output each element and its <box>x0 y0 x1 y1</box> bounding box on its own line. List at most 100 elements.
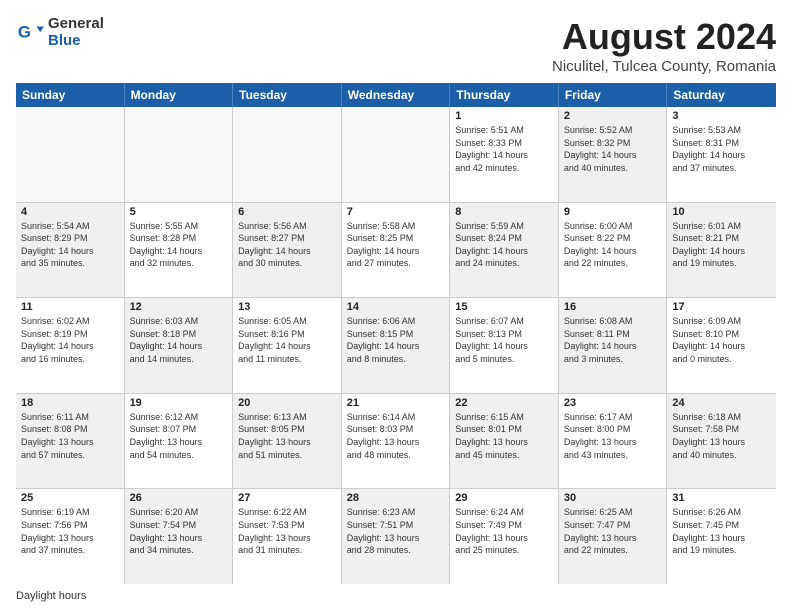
day-number: 21 <box>347 397 445 409</box>
day-number: 9 <box>564 206 662 218</box>
calendar-cell <box>342 107 451 202</box>
header: G General Blue August 2024 Niculitel, Tu… <box>16 16 776 75</box>
calendar-cell: 1Sunrise: 5:51 AM Sunset: 8:33 PM Daylig… <box>450 107 559 202</box>
logo-general: General <box>48 16 104 33</box>
day-number: 7 <box>347 206 445 218</box>
day-header-saturday: Saturday <box>667 83 776 107</box>
day-number: 22 <box>455 397 553 409</box>
day-number: 20 <box>238 397 336 409</box>
day-header-tuesday: Tuesday <box>233 83 342 107</box>
day-info: Sunrise: 6:00 AM Sunset: 8:22 PM Dayligh… <box>564 220 662 270</box>
day-number: 14 <box>347 301 445 313</box>
day-header-sunday: Sunday <box>16 83 125 107</box>
day-info: Sunrise: 6:05 AM Sunset: 8:16 PM Dayligh… <box>238 315 336 365</box>
day-info: Sunrise: 5:59 AM Sunset: 8:24 PM Dayligh… <box>455 220 553 270</box>
calendar-week-4: 18 Sunrise: 6:11 AM Sunset: 8:08 PM Dayli… <box>16 394 776 490</box>
calendar-week-1: 1Sunrise: 5:51 AM Sunset: 8:33 PM Daylig… <box>16 107 776 203</box>
day-info: Sunrise: 6:11 AM Sunset: 8:08 PM Dayligh… <box>21 411 119 461</box>
day-number: 31 <box>672 492 771 504</box>
day-info: Sunrise: 6:03 AM Sunset: 8:18 PM Dayligh… <box>130 315 228 365</box>
calendar-cell <box>16 107 125 202</box>
day-number: 8 <box>455 206 553 218</box>
day-info: Sunrise: 6:17 AM Sunset: 8:00 PM Dayligh… <box>564 411 662 461</box>
day-info: Sunrise: 6:07 AM Sunset: 8:13 PM Dayligh… <box>455 315 553 365</box>
day-number: 26 <box>130 492 228 504</box>
day-info: Sunrise: 5:55 AM Sunset: 8:28 PM Dayligh… <box>130 220 228 270</box>
day-number: 17 <box>672 301 771 313</box>
calendar-cell: 10 Sunrise: 6:01 AM Sunset: 8:21 PM Dayli… <box>667 203 776 298</box>
calendar-cell: 21Sunrise: 6:14 AM Sunset: 8:03 PM Dayli… <box>342 394 451 489</box>
calendar-cell: 22 Sunrise: 6:15 AM Sunset: 8:01 PM Dayli… <box>450 394 559 489</box>
day-number: 19 <box>130 397 228 409</box>
calendar-cell <box>125 107 234 202</box>
calendar-week-3: 11 Sunrise: 6:02 AM Sunset: 8:19 PM Dayli… <box>16 298 776 394</box>
main-title: August 2024 <box>552 16 776 58</box>
logo: G General Blue <box>16 16 104 49</box>
day-number: 25 <box>21 492 119 504</box>
calendar-week-5: 25 Sunrise: 6:19 AM Sunset: 7:56 PM Dayli… <box>16 489 776 584</box>
calendar-cell: 8 Sunrise: 5:59 AM Sunset: 8:24 PM Daylig… <box>450 203 559 298</box>
calendar-cell: 25 Sunrise: 6:19 AM Sunset: 7:56 PM Dayli… <box>16 489 125 584</box>
title-block: August 2024 Niculitel, Tulcea County, Ro… <box>552 16 776 75</box>
calendar-cell: 28 Sunrise: 6:23 AM Sunset: 7:51 PM Dayli… <box>342 489 451 584</box>
calendar: SundayMondayTuesdayWednesdayThursdayFrid… <box>16 83 776 584</box>
calendar-cell: 26 Sunrise: 6:20 AM Sunset: 7:54 PM Dayli… <box>125 489 234 584</box>
day-info: Sunrise: 6:08 AM Sunset: 8:11 PM Dayligh… <box>564 315 662 365</box>
logo-icon: G <box>16 19 44 47</box>
day-number: 4 <box>21 206 119 218</box>
day-info: Sunrise: 6:06 AM Sunset: 8:15 PM Dayligh… <box>347 315 445 365</box>
day-number: 12 <box>130 301 228 313</box>
calendar-cell: 13Sunrise: 6:05 AM Sunset: 8:16 PM Dayli… <box>233 298 342 393</box>
day-number: 3 <box>672 110 771 122</box>
day-number: 5 <box>130 206 228 218</box>
day-info: Sunrise: 6:13 AM Sunset: 8:05 PM Dayligh… <box>238 411 336 461</box>
day-info: Sunrise: 6:19 AM Sunset: 7:56 PM Dayligh… <box>21 506 119 556</box>
calendar-cell: 27Sunrise: 6:22 AM Sunset: 7:53 PM Dayli… <box>233 489 342 584</box>
day-number: 15 <box>455 301 553 313</box>
day-header-friday: Friday <box>559 83 668 107</box>
day-info: Sunrise: 5:53 AM Sunset: 8:31 PM Dayligh… <box>672 124 771 174</box>
day-number: 24 <box>672 397 771 409</box>
calendar-cell: 24 Sunrise: 6:18 AM Sunset: 7:58 PM Dayli… <box>667 394 776 489</box>
day-header-wednesday: Wednesday <box>342 83 451 107</box>
day-number: 30 <box>564 492 662 504</box>
calendar-cell: 12 Sunrise: 6:03 AM Sunset: 8:18 PM Dayli… <box>125 298 234 393</box>
day-info: Sunrise: 6:09 AM Sunset: 8:10 PM Dayligh… <box>672 315 771 365</box>
page: G General Blue August 2024 Niculitel, Tu… <box>0 0 792 612</box>
day-info: Sunrise: 6:25 AM Sunset: 7:47 PM Dayligh… <box>564 506 662 556</box>
calendar-header: SundayMondayTuesdayWednesdayThursdayFrid… <box>16 83 776 107</box>
calendar-cell: 30 Sunrise: 6:25 AM Sunset: 7:47 PM Dayli… <box>559 489 668 584</box>
day-info: Sunrise: 5:52 AM Sunset: 8:32 PM Dayligh… <box>564 124 662 174</box>
day-info: Sunrise: 6:02 AM Sunset: 8:19 PM Dayligh… <box>21 315 119 365</box>
day-info: Sunrise: 6:26 AM Sunset: 7:45 PM Dayligh… <box>672 506 771 556</box>
calendar-cell: 20 Sunrise: 6:13 AM Sunset: 8:05 PM Dayli… <box>233 394 342 489</box>
day-header-thursday: Thursday <box>450 83 559 107</box>
day-info: Sunrise: 5:54 AM Sunset: 8:29 PM Dayligh… <box>21 220 119 270</box>
day-info: Sunrise: 5:56 AM Sunset: 8:27 PM Dayligh… <box>238 220 336 270</box>
day-info: Sunrise: 6:20 AM Sunset: 7:54 PM Dayligh… <box>130 506 228 556</box>
day-number: 1 <box>455 110 553 122</box>
calendar-cell: 14 Sunrise: 6:06 AM Sunset: 8:15 PM Dayli… <box>342 298 451 393</box>
day-number: 28 <box>347 492 445 504</box>
day-info: Sunrise: 6:18 AM Sunset: 7:58 PM Dayligh… <box>672 411 771 461</box>
calendar-cell: 2Sunrise: 5:52 AM Sunset: 8:32 PM Daylig… <box>559 107 668 202</box>
day-number: 18 <box>21 397 119 409</box>
calendar-cell: 3 Sunrise: 5:53 AM Sunset: 8:31 PM Daylig… <box>667 107 776 202</box>
day-number: 10 <box>672 206 771 218</box>
day-info: Sunrise: 6:15 AM Sunset: 8:01 PM Dayligh… <box>455 411 553 461</box>
calendar-cell: 16 Sunrise: 6:08 AM Sunset: 8:11 PM Dayli… <box>559 298 668 393</box>
calendar-cell: 11 Sunrise: 6:02 AM Sunset: 8:19 PM Dayli… <box>16 298 125 393</box>
day-info: Sunrise: 6:12 AM Sunset: 8:07 PM Dayligh… <box>130 411 228 461</box>
footer-note: Daylight hours <box>16 590 776 602</box>
day-number: 27 <box>238 492 336 504</box>
calendar-body: 1Sunrise: 5:51 AM Sunset: 8:33 PM Daylig… <box>16 107 776 584</box>
svg-text:G: G <box>18 22 31 41</box>
day-info: Sunrise: 6:01 AM Sunset: 8:21 PM Dayligh… <box>672 220 771 270</box>
day-number: 16 <box>564 301 662 313</box>
day-number: 11 <box>21 301 119 313</box>
day-info: Sunrise: 6:24 AM Sunset: 7:49 PM Dayligh… <box>455 506 553 556</box>
calendar-cell: 18 Sunrise: 6:11 AM Sunset: 8:08 PM Dayli… <box>16 394 125 489</box>
day-info: Sunrise: 6:23 AM Sunset: 7:51 PM Dayligh… <box>347 506 445 556</box>
day-number: 23 <box>564 397 662 409</box>
calendar-cell: 23 Sunrise: 6:17 AM Sunset: 8:00 PM Dayli… <box>559 394 668 489</box>
